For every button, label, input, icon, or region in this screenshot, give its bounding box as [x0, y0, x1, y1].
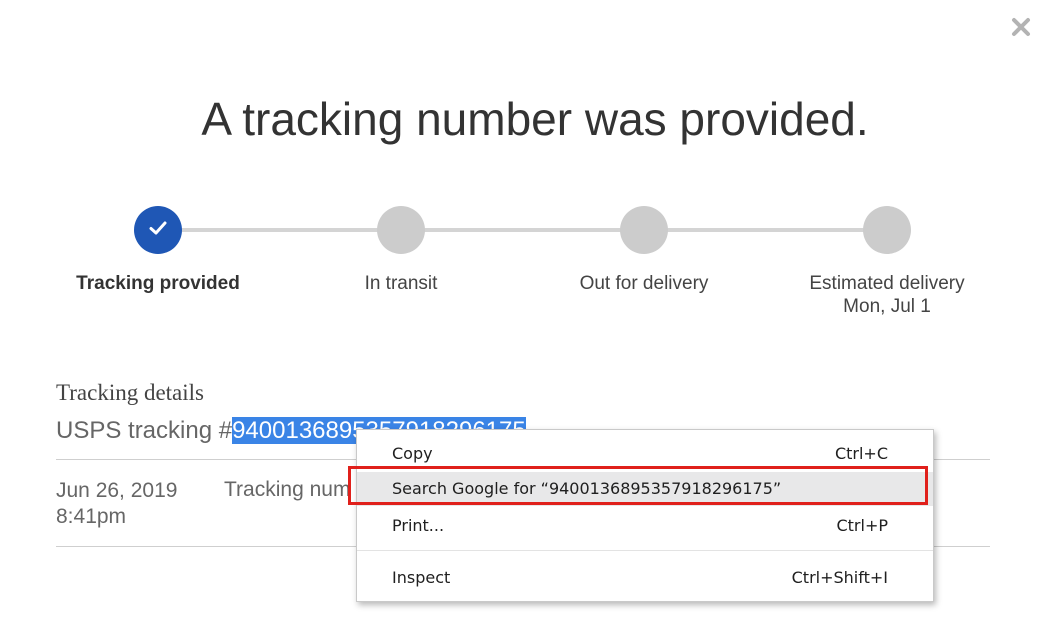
context-menu-print[interactable]: Print... Ctrl+P: [357, 509, 933, 543]
event-date: Jun 26, 2019: [56, 479, 178, 502]
step-tracking-provided-dot: [134, 206, 182, 254]
step-label-estimated-delivery: Estimated delivery Mon, Jul 1: [787, 272, 987, 318]
carrier-prefix: USPS tracking #: [56, 417, 233, 444]
menu-item-label: Print...: [392, 516, 445, 535]
menu-item-shortcut: Ctrl+C: [834, 444, 888, 463]
step-label-in-transit: In transit: [364, 273, 438, 294]
menu-item-label: Inspect: [392, 568, 451, 587]
step-estimated-delivery-dot: [863, 206, 911, 254]
checkmark-icon: [147, 217, 169, 244]
step-in-transit-dot: [377, 206, 425, 254]
estimated-delivery-title: Estimated delivery: [809, 273, 965, 294]
progress-line: [158, 228, 888, 232]
event-datetime: Jun 26, 2019 8:41pm: [56, 478, 177, 530]
event-time: 8:41pm: [56, 505, 127, 528]
page-title: A tracking number was provided.: [201, 93, 869, 145]
tracking-details-heading: Tracking details: [56, 380, 204, 405]
step-label-tracking-provided: Tracking provided: [76, 273, 240, 294]
highlight-box: [348, 466, 928, 505]
menu-item-label: Copy: [392, 444, 433, 463]
context-menu-inspect[interactable]: Inspect Ctrl+Shift+I: [357, 561, 933, 595]
event-description: Tracking num: [224, 478, 351, 501]
menu-separator: [357, 550, 933, 551]
context-menu: Copy Ctrl+C Search Google for “940013689…: [356, 429, 934, 602]
estimated-delivery-date: Mon, Jul 1: [843, 296, 931, 317]
close-button[interactable]: [1006, 14, 1036, 44]
step-label-out-for-delivery: Out for delivery: [579, 273, 709, 294]
menu-item-shortcut: Ctrl+Shift+I: [791, 568, 888, 587]
close-icon: [1011, 17, 1031, 42]
menu-item-shortcut: Ctrl+P: [836, 516, 888, 535]
step-out-for-delivery-dot: [620, 206, 668, 254]
